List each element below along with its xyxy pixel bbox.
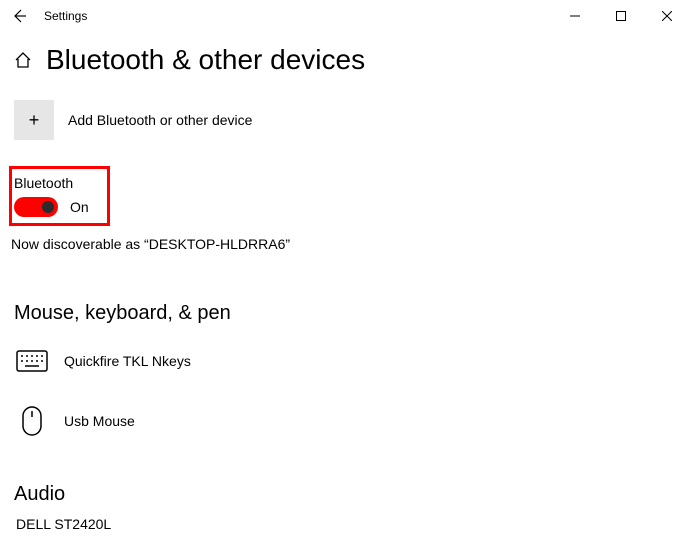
- minimize-button[interactable]: [552, 0, 598, 32]
- add-device-button[interactable]: +: [14, 100, 54, 140]
- titlebar-left: Settings: [8, 5, 87, 27]
- bluetooth-highlight: Bluetooth On: [9, 166, 110, 226]
- plus-icon: +: [29, 110, 40, 131]
- close-button[interactable]: [644, 0, 690, 32]
- audio-section-header: Audio: [14, 483, 676, 506]
- toggle-knob: [42, 201, 54, 213]
- bluetooth-toggle-state: On: [70, 199, 89, 215]
- bluetooth-toggle-row: On: [14, 197, 89, 217]
- device-label: Usb Mouse: [64, 413, 135, 429]
- window-title: Settings: [44, 9, 87, 23]
- audio-section: Audio DELL ST2420L: [14, 483, 676, 532]
- mouse-section-header: Mouse, keyboard, & pen: [14, 302, 676, 325]
- device-label: Quickfire TKL Nkeys: [64, 353, 191, 369]
- window-controls: [552, 0, 690, 32]
- device-row[interactable]: Usb Mouse: [14, 395, 676, 447]
- back-button[interactable]: [8, 5, 30, 27]
- content: Bluetooth & other devices + Add Bluetoot…: [0, 32, 690, 532]
- bluetooth-section-label: Bluetooth: [14, 175, 89, 191]
- add-device-row[interactable]: + Add Bluetooth or other device: [14, 100, 676, 140]
- page-header: Bluetooth & other devices: [14, 44, 676, 76]
- titlebar: Settings: [0, 0, 690, 32]
- page-title: Bluetooth & other devices: [46, 44, 365, 76]
- audio-device-truncated: DELL ST2420L: [16, 516, 676, 532]
- discoverable-text: Now discoverable as “DESKTOP-HLDRRA6”: [11, 236, 676, 252]
- maximize-button[interactable]: [598, 0, 644, 32]
- add-device-label: Add Bluetooth or other device: [68, 112, 252, 128]
- bluetooth-toggle[interactable]: [14, 197, 58, 217]
- keyboard-icon: [16, 345, 48, 377]
- mouse-icon: [16, 405, 48, 437]
- device-row[interactable]: Quickfire TKL Nkeys: [14, 335, 676, 387]
- home-icon[interactable]: [14, 51, 32, 69]
